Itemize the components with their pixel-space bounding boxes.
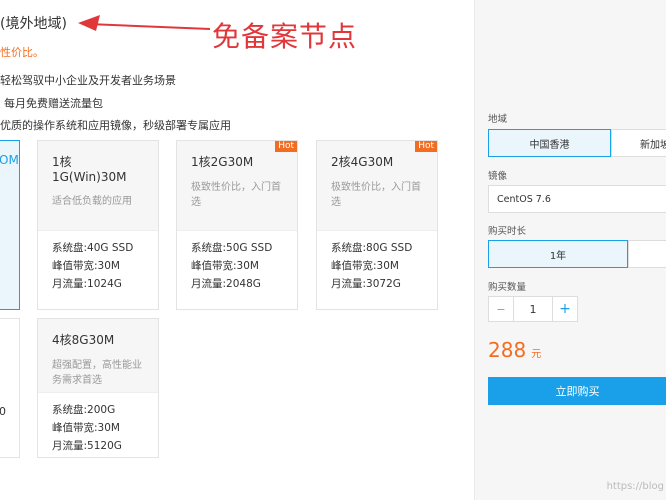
annotation-text: 免备案节点 (212, 20, 358, 53)
annotation-arrow-icon (78, 15, 210, 31)
plan-card-4c8g[interactable]: 4核8G30M 超强配置，高性能业务需求首选 系统盘:200G 峰值带宽:30M… (37, 318, 159, 458)
plan-desc: 极致性价比，入门首选 (191, 182, 281, 208)
plan-traffic: 月流量:5120G (52, 440, 122, 452)
price-display: 288 元 (488, 338, 541, 362)
region-option-singapore[interactable]: 新加坡 (611, 129, 666, 157)
plan-bandwidth: 峰值带宽:30M (52, 422, 120, 434)
image-select[interactable]: CentOS 7.6 (488, 185, 666, 213)
plan-card-2c4g[interactable]: Hot 2核4G30M 极致性价比，入门首选 系统盘:80G SSD 峰值带宽:… (316, 140, 438, 310)
duration-option-more[interactable] (628, 240, 666, 268)
quantity-minus-button[interactable]: − (488, 296, 514, 322)
plan-disk: 系统盘:80G SSD (331, 242, 413, 254)
plan-name-fragment: OM (0, 153, 19, 167)
duration-label: 购买时长 (488, 226, 527, 237)
purchase-panel: 地域 中国香港 新加坡 镜像 CentOS 7.6 购买时长 1年 购买数量 −… (474, 0, 666, 500)
plan-desc: 超强配置，高性能业务需求首选 (52, 360, 142, 386)
plan-traffic: 月流量:2048G (191, 278, 261, 290)
region-label: 地域 (488, 114, 508, 125)
quantity-stepper: − 1 + (488, 296, 578, 322)
feature-line-1: 轻松驾驭中小企业及开发者业务场景 (0, 74, 176, 87)
hot-badge: Hot (275, 141, 297, 152)
price-value: 288 (488, 338, 527, 362)
quantity-plus-button[interactable]: + (552, 296, 578, 322)
plan-disk: 系统盘:50G SSD (191, 242, 273, 254)
plan-desc: 极致性价比，入门首选 (331, 182, 421, 208)
plan-card-1c2g[interactable]: Hot 1核2G30M 极致性价比，入门首选 系统盘:50G SSD 峰值带宽:… (176, 140, 298, 310)
plan-disk: 系统盘:40G SSD (52, 242, 134, 254)
hot-badge: Hot (415, 141, 437, 152)
plan-bandwidth: 峰值带宽:30M (52, 260, 120, 272)
subtitle-text: 性价比。 (0, 46, 44, 59)
buy-now-button[interactable]: 立即购买 (488, 377, 666, 405)
watermark-text: https://blog (606, 481, 664, 492)
quantity-label: 购买数量 (488, 282, 527, 293)
plan-bandwidth: 峰值带宽:30M (191, 260, 259, 272)
plan-traffic: 月流量:3072G (331, 278, 401, 290)
quantity-input[interactable]: 1 (514, 296, 552, 322)
plan-bandwidth: 峰值带宽:30M (331, 260, 399, 272)
plan-desc: 适合低负载的应用 (52, 196, 132, 207)
region-title: (境外地域) (0, 16, 67, 32)
plan-spec-fragment: 0 (0, 405, 6, 418)
image-label: 镜像 (488, 171, 508, 182)
plan-name: 1核2G30M (191, 155, 254, 169)
feature-line-2: 每月免费赠送流量包 (4, 97, 103, 110)
plan-traffic: 月流量:1024G (52, 278, 122, 290)
plan-name: 4核8G30M (52, 333, 115, 347)
plan-name: 2核4G30M (331, 155, 394, 169)
plan-name: 1核1G(Win)30M (52, 155, 127, 184)
price-unit: 元 (531, 349, 542, 360)
duration-option-1y[interactable]: 1年 (488, 240, 628, 268)
region-option-hongkong[interactable]: 中国香港 (488, 129, 611, 157)
plan-disk: 系统盘:200G (52, 404, 116, 416)
plan-card-selected-partial[interactable]: OM (0, 140, 20, 310)
plan-card-partial[interactable]: 0 (0, 318, 20, 458)
plan-card-1c1g[interactable]: 1核1G(Win)30M 适合低负载的应用 系统盘:40G SSD 峰值带宽:3… (37, 140, 159, 310)
feature-line-3: 优质的操作系统和应用镜像，秒级部署专属应用 (0, 119, 231, 132)
